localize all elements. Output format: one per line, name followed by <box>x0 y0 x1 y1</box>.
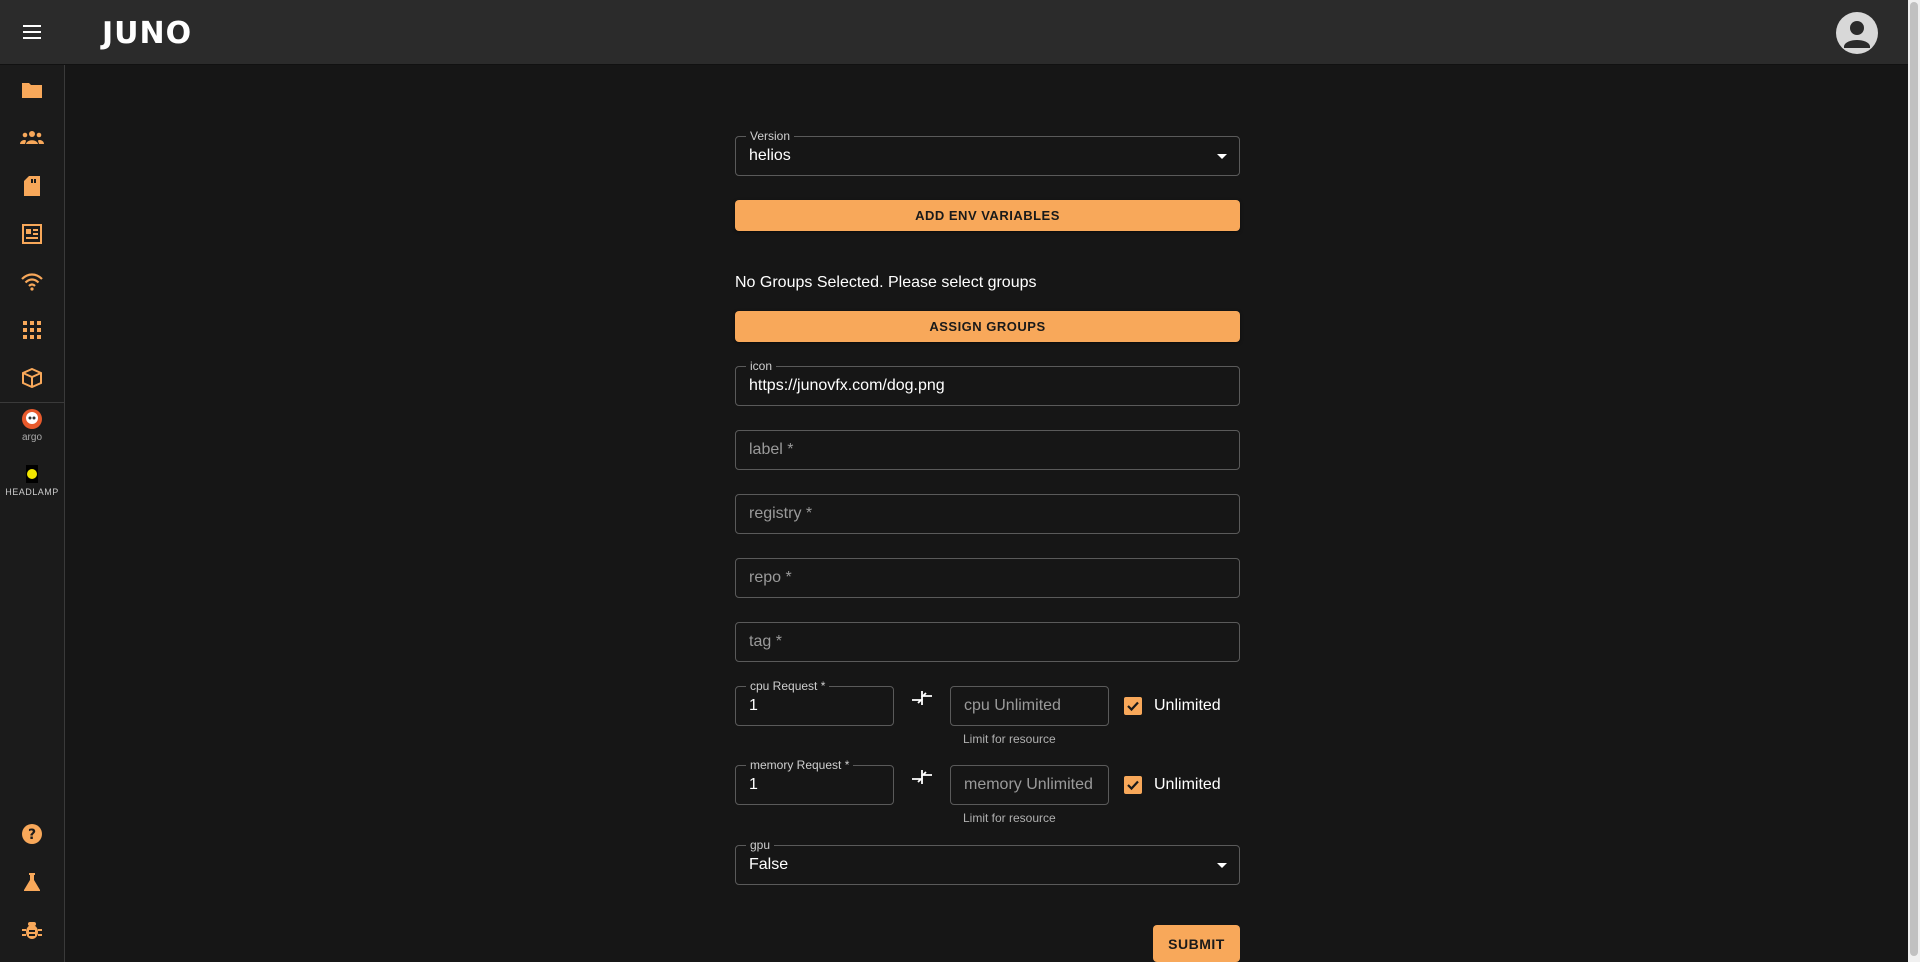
tag-field-placeholder: tag * <box>749 633 782 650</box>
cpu-limit-placeholder: cpu Unlimited <box>964 697 1061 714</box>
top-app-bar: JUNO <box>0 0 1908 65</box>
app-logo[interactable]: JUNO <box>102 15 193 51</box>
dropdown-arrow-icon <box>1217 154 1227 159</box>
version-label: Version <box>746 129 795 143</box>
add-env-variables-button[interactable]: ADD ENV VARIABLES <box>735 200 1240 231</box>
newspaper-icon[interactable] <box>20 222 44 246</box>
cpu-request-field[interactable]: cpu Request * 1 <box>735 679 894 726</box>
cpu-limit-field[interactable]: cpu Unlimited <box>950 686 1109 726</box>
cpu-unlimited-label: Unlimited <box>1154 697 1221 714</box>
package-icon[interactable] <box>20 366 44 390</box>
sidebar: argo HEADLAMP ? <box>0 65 65 962</box>
compress-arrows-icon[interactable] <box>910 765 934 789</box>
headlamp-link[interactable]: HEADLAMP <box>4 463 60 497</box>
page-scrollbar[interactable] <box>1908 0 1920 962</box>
cpu-unlimited-checkbox[interactable] <box>1124 697 1142 715</box>
apps-grid-icon[interactable] <box>20 318 44 342</box>
memory-limit-helper: Limit for resource <box>963 811 1056 825</box>
memory-unlimited-label: Unlimited <box>1154 776 1221 793</box>
sidebar-divider <box>0 402 65 403</box>
memory-request-label: memory Request * <box>746 758 854 772</box>
svg-text:?: ? <box>28 827 36 843</box>
memory-request-value: 1 <box>749 776 758 793</box>
help-icon[interactable]: ? <box>20 822 44 846</box>
gpu-select[interactable]: gpu False <box>735 838 1240 885</box>
argo-link[interactable]: argo <box>4 408 60 443</box>
icon-field[interactable]: icon https://junovfx.com/dog.png <box>735 359 1240 406</box>
gpu-label: gpu <box>746 838 775 852</box>
memory-unlimited-checkbox[interactable] <box>1124 776 1142 794</box>
tag-field[interactable]: tag * <box>735 622 1240 662</box>
registry-field-placeholder: registry * <box>749 505 813 522</box>
headlamp-label: HEADLAMP <box>5 487 59 497</box>
menu-icon[interactable] <box>20 20 44 44</box>
label-field[interactable]: label * <box>735 430 1240 470</box>
groups-icon[interactable] <box>20 126 44 150</box>
scrollbar-thumb[interactable] <box>1910 2 1918 956</box>
gpu-value: False <box>749 856 789 873</box>
repo-field[interactable]: repo * <box>735 558 1240 598</box>
logo-text: JUNO <box>102 15 193 51</box>
label-field-placeholder: label * <box>749 441 794 458</box>
memory-limit-placeholder: memory Unlimited <box>964 776 1093 793</box>
headlamp-logo-icon <box>26 465 38 483</box>
argo-logo-icon <box>22 409 42 429</box>
cpu-request-label: cpu Request * <box>746 679 830 693</box>
flask-icon[interactable] <box>20 870 44 894</box>
folder-icon[interactable] <box>20 78 44 102</box>
submit-button[interactable]: SUBMIT <box>1153 925 1240 962</box>
icon-field-value: https://junovfx.com/dog.png <box>749 377 945 394</box>
version-select[interactable]: Version helios <box>735 129 1240 176</box>
dropdown-arrow-icon <box>1217 863 1227 868</box>
memory-request-field[interactable]: memory Request * 1 <box>735 758 894 805</box>
compress-arrows-icon[interactable] <box>910 686 934 710</box>
wifi-icon[interactable] <box>20 270 44 294</box>
memory-limit-field[interactable]: memory Unlimited <box>950 765 1109 805</box>
user-avatar-icon[interactable] <box>1836 12 1878 54</box>
registry-field[interactable]: registry * <box>735 494 1240 534</box>
icon-field-label: icon <box>746 359 777 373</box>
sd-card-icon[interactable] <box>20 174 44 198</box>
repo-field-placeholder: repo * <box>749 569 792 586</box>
groups-notice: No Groups Selected. Please select groups <box>735 274 1037 291</box>
cpu-request-value: 1 <box>749 697 758 714</box>
cpu-limit-helper: Limit for resource <box>963 732 1056 746</box>
argo-label: argo <box>21 432 42 443</box>
assign-groups-button[interactable]: ASSIGN GROUPS <box>735 311 1240 342</box>
version-value: helios <box>749 147 791 164</box>
bug-icon[interactable] <box>20 918 44 942</box>
